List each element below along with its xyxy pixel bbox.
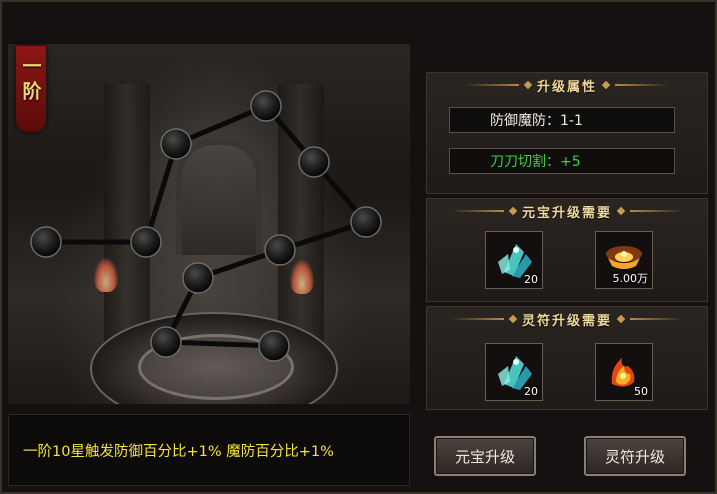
constellation-star-2[interactable]	[130, 226, 162, 258]
gold-req-slot-ingot[interactable]: 5.00万	[595, 231, 653, 289]
constellation-star-5[interactable]	[298, 146, 330, 178]
constellation-star-3[interactable]	[160, 128, 192, 160]
gold-requirements-title: 元宝升级需要	[427, 203, 707, 221]
item-quantity: 20	[524, 273, 538, 286]
current-attribute-row: 防御魔防：1-1	[449, 107, 675, 133]
ornament-diamond-icon	[523, 80, 533, 90]
constellation-chart	[30, 90, 382, 362]
constellation-star-1[interactable]	[30, 226, 62, 258]
talisman-req-slot-crystal[interactable]: 20	[485, 343, 543, 401]
star-bonus-description: 一阶10星触发防御百分比+1% 魔防百分比+1%	[8, 414, 410, 486]
talisman-requirements-title: 灵符升级需要	[427, 311, 707, 329]
constellation-star-4[interactable]	[250, 90, 282, 122]
constellation-star-6[interactable]	[350, 206, 382, 238]
star-upgrade-window: 一阶 一阶10星触发防御百分比+1% 魔防百分比+1% 升级属性 防御魔防：1-…	[0, 0, 717, 494]
bonus-attribute-row: 刀刀切割：+5	[449, 148, 675, 174]
item-quantity: 50	[634, 385, 648, 398]
tier-label: 一阶	[19, 56, 42, 106]
constellation-scene	[8, 44, 410, 404]
upgrade-attributes-title: 升级属性	[427, 77, 707, 95]
item-quantity: 20	[524, 385, 538, 398]
description-text: 一阶10星触发防御百分比+1% 魔防百分比+1%	[23, 443, 334, 460]
constellation-star-9[interactable]	[150, 326, 182, 358]
ornament-diamond-icon	[508, 206, 518, 216]
ornament-diamond-icon	[601, 80, 611, 90]
talisman-req-slot-fire[interactable]: 50	[595, 343, 653, 401]
constellation-link	[165, 339, 275, 349]
gold-upgrade-button[interactable]: 元宝升级	[434, 436, 536, 476]
ornament-diamond-icon	[616, 314, 626, 324]
ornament-diamond-icon	[616, 206, 626, 216]
constellation-star-8[interactable]	[182, 262, 214, 294]
item-quantity: 5.00万	[612, 272, 649, 285]
talisman-requirements-panel: 灵符升级需要 20 50	[426, 306, 708, 410]
constellation-lines	[46, 103, 368, 349]
ornament-diamond-icon	[508, 314, 518, 324]
constellation-star-7[interactable]	[264, 234, 296, 266]
talisman-upgrade-button[interactable]: 灵符升级	[584, 436, 686, 476]
tier-banner: 一阶	[16, 46, 46, 132]
constellation-star-10[interactable]	[258, 330, 290, 362]
upgrade-attributes-panel: 升级属性 防御魔防：1-1 刀刀切割：+5	[426, 72, 708, 194]
gold-requirements-panel: 元宝升级需要 20 5.00万	[426, 198, 708, 302]
gold-req-slot-crystal[interactable]: 20	[485, 231, 543, 289]
